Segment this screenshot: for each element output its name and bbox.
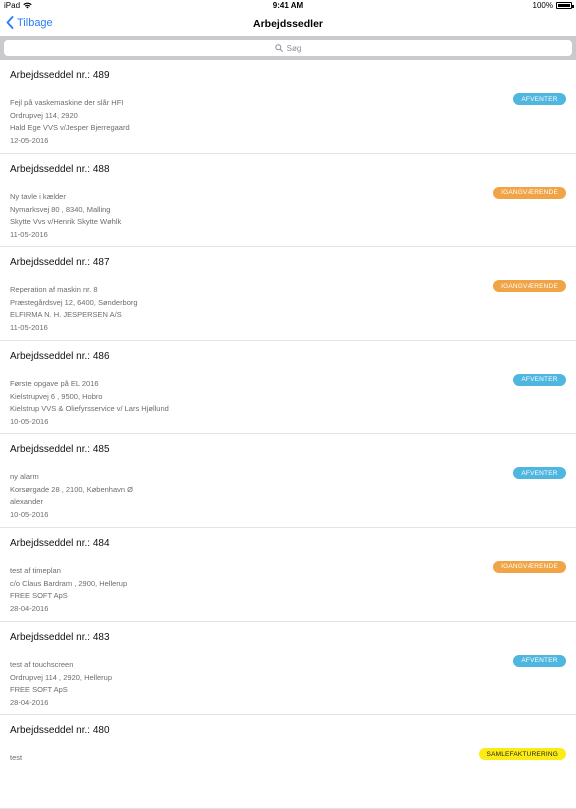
worksheet-customer: FREE SOFT ApS xyxy=(10,684,68,694)
search-placeholder: Søg xyxy=(286,43,302,53)
worksheet-date: 28-04-2016 xyxy=(10,697,49,707)
worksheet-address: Ordrupvej 114 , 2920, Hellerup xyxy=(10,672,113,682)
battery-icon xyxy=(556,2,574,9)
worksheet-description: Reperation af maskin nr. 8 xyxy=(10,285,98,295)
worksheet-customer: FREE SOFT ApS xyxy=(10,590,68,600)
worksheet-date: 10-05-2016 xyxy=(10,416,49,426)
worksheet-description: Første opgave på EL 2016 xyxy=(10,378,99,388)
status-right: 100% xyxy=(532,1,574,10)
worksheet-date: 10-05-2016 xyxy=(10,510,49,520)
table-row[interactable]: Arbejdsseddel nr.: 486 Første opgave på E… xyxy=(0,341,576,435)
worksheet-title: Arbejdsseddel nr.: 484 xyxy=(10,537,110,549)
worksheet-address: Kielstrupvej 6 , 9500, Hobro xyxy=(10,391,103,401)
worksheet-address: Nymarksvej 80 , 8340, Malling xyxy=(10,204,111,214)
worksheet-customer: Skytte Vvs v/Henrik Skytte Wøhlk xyxy=(10,216,122,226)
worksheet-description: test af touchscreen xyxy=(10,659,74,669)
worksheet-title: Arbejdsseddel nr.: 488 xyxy=(10,163,110,175)
status-badge: IGANGVÆRENDE xyxy=(493,186,566,199)
search-bar: Søg xyxy=(0,36,576,60)
battery-percent: 100% xyxy=(532,1,553,10)
worksheet-customer: ELFIRMA N. H. JESPERSEN A/S xyxy=(10,310,122,320)
worksheet-address: Korsørgade 28 , 2100, København Ø xyxy=(10,485,133,495)
table-row[interactable]: Arbejdsseddel nr.: 484 test af timeplan c/… xyxy=(0,528,576,622)
worksheet-title: Arbejdsseddel nr.: 480 xyxy=(10,725,110,737)
worksheet-description: test af timeplan xyxy=(10,565,61,575)
worksheet-address: Ordrupvej 114, 2920 xyxy=(10,111,78,120)
worksheet-date: 12-05-2016 xyxy=(10,136,49,145)
status-badge: AFVENTER xyxy=(513,654,566,667)
worksheet-description: Ny tavle i kælder xyxy=(10,191,66,201)
worksheet-customer: alexander xyxy=(10,497,43,507)
worksheet-address: c/o Claus Bardram , 2900, Hellerup xyxy=(10,578,128,588)
worksheet-list: Arbejdsseddel nr.: 489 Fejl på vaskemaski… xyxy=(0,60,576,809)
table-row[interactable]: Arbejdsseddel nr.: 489 Fejl på vaskemaski… xyxy=(0,60,576,154)
worksheet-date: 28-04-2016 xyxy=(10,603,49,613)
worksheet-customer: Kielstrup VVS & Oliefyrsservice v/ Lars … xyxy=(10,403,169,413)
table-row[interactable]: Arbejdsseddel nr.: 488 Ny tavle i kælder N… xyxy=(0,154,576,248)
status-badge: AFVENTER xyxy=(513,373,566,386)
table-row[interactable]: Arbejdsseddel nr.: 483 test af touchscree… xyxy=(0,622,576,716)
status-badge: AFVENTER xyxy=(513,93,566,105)
worksheet-title: Arbejdsseddel nr.: 489 xyxy=(10,70,110,81)
status-badge: IGANGVÆRENDE xyxy=(493,560,566,573)
status-badge: AFVENTER xyxy=(513,467,566,480)
worksheet-description: test xyxy=(10,753,23,763)
status-badge: IGANGVÆRENDE xyxy=(493,280,566,293)
table-row[interactable]: Arbejdsseddel nr.: 487 Reperation af mask… xyxy=(0,247,576,341)
worksheet-date: 11-05-2016 xyxy=(10,229,48,239)
search-input[interactable]: Søg xyxy=(4,40,572,56)
worksheet-date: 11-05-2016 xyxy=(10,323,48,333)
status-time: 9:41 AM xyxy=(272,1,304,10)
worksheet-description: Fejl på vaskemaskine der slår HFI xyxy=(10,98,124,107)
table-row[interactable]: Arbejdsseddel nr.: 485 ny alarm Korsørgade… xyxy=(0,434,576,528)
status-badge: SAMLEFAKTURERING xyxy=(478,748,566,761)
worksheet-title: Arbejdsseddel nr.: 486 xyxy=(10,350,110,362)
worksheet-address: Præstegårdsvej 12, 6400, Sønderborg xyxy=(10,298,138,308)
search-icon xyxy=(274,44,283,52)
worksheet-title: Arbejdsseddel nr.: 487 xyxy=(10,257,110,269)
page-title: Arbejdssedler xyxy=(252,18,324,30)
worksheet-customer: Hald Ege VVS v/Jesper Bjerregaard xyxy=(10,123,130,132)
worksheet-title: Arbejdsseddel nr.: 483 xyxy=(10,631,110,643)
worksheet-description: ny alarm xyxy=(10,472,39,482)
navigation-bar: Tilbage Arbejdssedler xyxy=(0,12,576,36)
table-row[interactable]: Arbejdsseddel nr.: 480 test SAMLEFAKTURERI… xyxy=(0,715,576,809)
worksheet-title: Arbejdsseddel nr.: 485 xyxy=(10,444,110,456)
status-bar: iPad 9:41 AM 100% xyxy=(0,0,576,12)
